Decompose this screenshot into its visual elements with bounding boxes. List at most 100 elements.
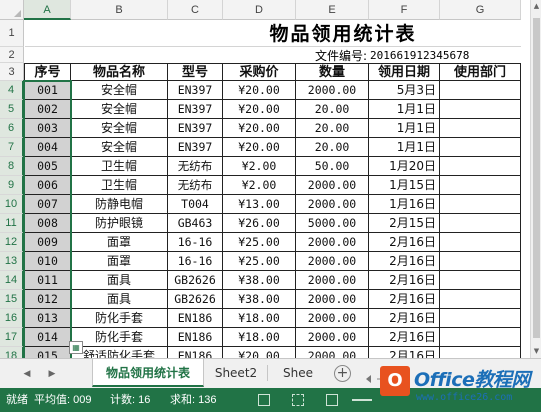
tab-sheet1[interactable]: 物品领用统计表 — [92, 359, 204, 387]
cell-name[interactable]: 面具 — [71, 290, 168, 309]
cell-name[interactable]: 安全帽 — [71, 138, 168, 157]
row-header[interactable]: 5 — [0, 100, 24, 119]
header-cell-dept[interactable]: 使用部门 — [440, 63, 521, 81]
cell-date[interactable]: 1月1日 — [369, 119, 440, 138]
cell-id[interactable]: 012 — [24, 290, 71, 309]
spreadsheet-grid[interactable]: A B C D E F G 1 2 3 4 5 6 7 8 9 10 11 12… — [0, 0, 530, 358]
cell-dept[interactable] — [440, 138, 521, 157]
header-cell-model[interactable]: 型号 — [168, 63, 223, 81]
cell-date[interactable]: 2月16日 — [369, 271, 440, 290]
cell-price[interactable]: ¥13.00 — [223, 195, 296, 214]
scroll-down-icon[interactable]: ▼ — [531, 345, 541, 357]
tab-prev-icon[interactable]: ◀ — [20, 367, 34, 381]
cell-dept[interactable] — [440, 157, 521, 176]
cell-id[interactable]: 011 — [24, 271, 71, 290]
page-break-icon[interactable] — [326, 394, 338, 406]
column-header-b[interactable]: B — [71, 0, 168, 20]
cell-date[interactable]: 2月16日 — [369, 290, 440, 309]
header-cell-id[interactable]: 序号 — [24, 63, 71, 81]
row-header[interactable]: 17 — [0, 328, 24, 347]
cell-id[interactable]: 014 — [24, 328, 71, 347]
row-header[interactable]: 8 — [0, 157, 24, 176]
cell-id[interactable]: 008 — [24, 214, 71, 233]
header-cell-date[interactable]: 领用日期 — [369, 63, 440, 81]
row-header[interactable]: 16 — [0, 309, 24, 328]
cell-model[interactable]: 无纺布 — [168, 176, 223, 195]
row-header[interactable]: 3 — [0, 63, 24, 81]
cell-id[interactable]: 004 — [24, 138, 71, 157]
cell-qty[interactable]: 2000.00 — [296, 252, 369, 271]
column-header-f[interactable]: F — [369, 0, 440, 20]
cell-name[interactable]: 舒适防化手套 — [71, 347, 168, 358]
cell-date[interactable]: 2月16日 — [369, 233, 440, 252]
cell-model[interactable]: 16-16 — [168, 233, 223, 252]
row-header[interactable]: 11 — [0, 214, 24, 233]
cell-date[interactable]: 2月15日 — [369, 214, 440, 233]
cell-qty[interactable]: 2000.00 — [296, 271, 369, 290]
cell-price[interactable]: ¥18.00 — [223, 309, 296, 328]
cell-price[interactable]: ¥20.00 — [223, 138, 296, 157]
cell-name[interactable]: 防护眼镜 — [71, 214, 168, 233]
cell-name[interactable]: 面罩 — [71, 233, 168, 252]
row-header[interactable]: 7 — [0, 138, 24, 157]
cell-price[interactable]: ¥18.00 — [223, 328, 296, 347]
cell-model[interactable]: 16-16 — [168, 252, 223, 271]
cell-date[interactable]: 1月20日 — [369, 157, 440, 176]
cell-qty[interactable]: 50.00 — [296, 157, 369, 176]
cell-dept[interactable] — [440, 271, 521, 290]
cell-name[interactable]: 防化手套 — [71, 328, 168, 347]
cell-id[interactable]: 006 — [24, 176, 71, 195]
cell-date[interactable]: 1月1日 — [369, 138, 440, 157]
cell-date[interactable]: 1月15日 — [369, 176, 440, 195]
cell-dept[interactable] — [440, 252, 521, 271]
cell-name[interactable]: 防化手套 — [71, 309, 168, 328]
cell-qty[interactable]: 20.00 — [296, 119, 369, 138]
cell-dept[interactable] — [440, 214, 521, 233]
cell-name[interactable]: 面罩 — [71, 252, 168, 271]
row-header[interactable]: 12 — [0, 233, 24, 252]
page-layout-icon[interactable] — [292, 394, 304, 406]
column-header-g[interactable]: G — [440, 0, 521, 20]
cell-qty[interactable]: 2000.00 — [296, 347, 369, 358]
scroll-up-icon[interactable]: ▲ — [531, 0, 541, 12]
cell-model[interactable]: 无纺布 — [168, 157, 223, 176]
cell-name[interactable]: 卫生帽 — [71, 157, 168, 176]
cell-model[interactable]: GB2626 — [168, 290, 223, 309]
cell-qty[interactable]: 2000.00 — [296, 309, 369, 328]
cell-dept[interactable] — [440, 81, 521, 100]
cell-model[interactable]: T004 — [168, 195, 223, 214]
column-header-c[interactable]: C — [168, 0, 223, 20]
cell-model[interactable]: GB463 — [168, 214, 223, 233]
cell-date[interactable]: 5月3日 — [369, 81, 440, 100]
tab-sheet2[interactable]: Sheet2 — [206, 359, 266, 387]
cell-dept[interactable] — [440, 328, 521, 347]
cell-name[interactable]: 安全帽 — [71, 100, 168, 119]
cell-model[interactable]: EN186 — [168, 309, 223, 328]
cell-name[interactable]: 防静电帽 — [71, 195, 168, 214]
cell-price[interactable]: ¥2.00 — [223, 157, 296, 176]
cell-dept[interactable] — [440, 290, 521, 309]
cell-model[interactable]: GB2626 — [168, 271, 223, 290]
cell-qty[interactable]: 20.00 — [296, 138, 369, 157]
row-header[interactable]: 6 — [0, 119, 24, 138]
row-header[interactable]: 4 — [0, 81, 24, 100]
file-number-value[interactable]: 201661912345678 — [370, 48, 469, 64]
cell-price[interactable]: ¥25.00 — [223, 252, 296, 271]
cell-date[interactable]: 2月16日 — [369, 309, 440, 328]
vertical-scrollbar[interactable]: ▲ ▼ — [530, 0, 541, 358]
normal-view-icon[interactable] — [258, 394, 270, 406]
cell-id[interactable]: 010 — [24, 252, 71, 271]
column-header-e[interactable]: E — [296, 0, 369, 20]
cell-dept[interactable] — [440, 100, 521, 119]
cell-qty[interactable]: 2000.00 — [296, 328, 369, 347]
cell-date[interactable]: 1月16日 — [369, 195, 440, 214]
cell-dept[interactable] — [440, 347, 521, 358]
header-cell-qty[interactable]: 数量 — [296, 63, 369, 81]
cell-id[interactable]: 013 — [24, 309, 71, 328]
cell-qty[interactable]: 20.00 — [296, 100, 369, 119]
column-header-d[interactable]: D — [223, 0, 296, 20]
row-header[interactable]: 15 — [0, 290, 24, 309]
cell-dept[interactable] — [440, 119, 521, 138]
cell-price[interactable]: ¥26.00 — [223, 214, 296, 233]
cell-id[interactable]: 005 — [24, 157, 71, 176]
